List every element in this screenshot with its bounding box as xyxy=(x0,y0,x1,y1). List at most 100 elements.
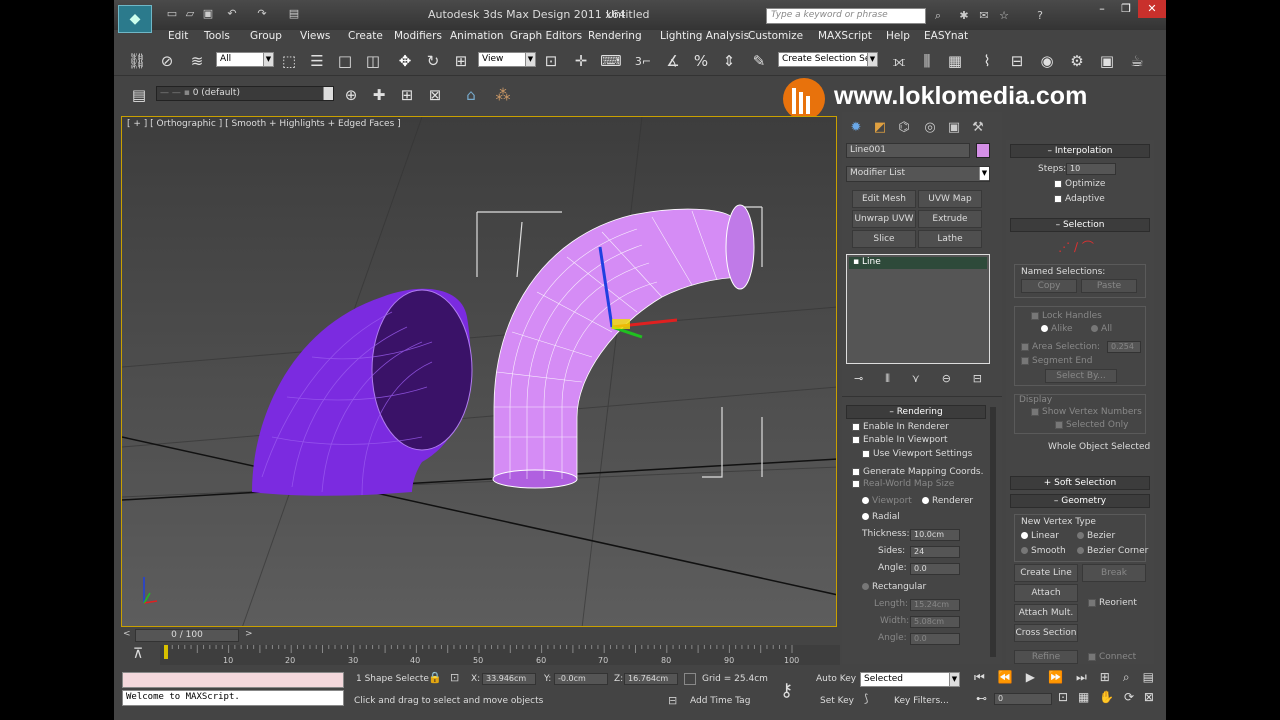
time-config-icon[interactable]: ⊡ xyxy=(1058,690,1068,706)
percent-snap-icon[interactable]: % xyxy=(690,50,712,72)
bezier-radio[interactable]: Bezier xyxy=(1077,531,1115,541)
paste-button[interactable]: Paste xyxy=(1081,279,1137,293)
perspective-viewport[interactable]: [ + ] [ Orthographic ] [ Smooth + Highli… xyxy=(121,116,837,627)
geometry-header[interactable]: – Geometry xyxy=(1010,494,1150,508)
steps-spinner[interactable]: 10 xyxy=(1066,163,1116,175)
go-to-end-icon[interactable]: ⏭ xyxy=(1076,670,1087,688)
zoom-region-icon[interactable]: ▦ xyxy=(1078,690,1089,706)
lathe-button[interactable]: Lathe xyxy=(918,230,982,248)
edit-mesh-button[interactable]: Edit Mesh xyxy=(852,190,916,208)
angle2-spinner[interactable]: 0.0 xyxy=(910,633,960,645)
attach-button[interactable]: Attach xyxy=(1014,584,1078,602)
time-slider-thumb[interactable]: 0 / 100 xyxy=(135,629,239,642)
create-tab-icon[interactable]: ✹ xyxy=(846,118,866,136)
time-next-icon[interactable]: > xyxy=(245,629,253,639)
ref-coord-dropdown[interactable]: View ▼ xyxy=(478,52,536,67)
modify-tab-icon[interactable]: ◩ xyxy=(870,118,890,136)
real-world-map-checkbox[interactable]: Real-World Map Size xyxy=(852,479,954,489)
rollout-scrollbar[interactable] xyxy=(990,407,996,657)
enable-in-renderer-checkbox[interactable]: Enable In Renderer xyxy=(852,422,949,432)
smooth-radio[interactable]: Smooth xyxy=(1021,546,1066,556)
attach-mult-button[interactable]: Attach Mult. xyxy=(1014,604,1078,622)
render-icon[interactable]: ☕ xyxy=(1126,50,1148,72)
hierarchy-tab-icon[interactable]: ⌬ xyxy=(894,118,914,136)
cross-section-button[interactable]: Cross Section xyxy=(1014,624,1078,642)
rectangular-radio[interactable]: Rectangular xyxy=(862,582,926,592)
pivot-center-icon[interactable]: ⊡ xyxy=(540,50,562,72)
schematic-view-icon[interactable]: ⊟ xyxy=(1006,50,1028,72)
enable-in-viewport-checkbox[interactable]: Enable In Viewport xyxy=(852,435,948,445)
object-color-swatch[interactable] xyxy=(976,143,990,158)
slice-button[interactable]: Slice xyxy=(852,230,916,248)
select-and-scale-icon[interactable]: ⊞ xyxy=(450,50,472,72)
set-current-layer-icon[interactable]: ⊠ xyxy=(424,84,446,106)
minimize-button[interactable]: – xyxy=(1090,0,1114,18)
zoom-icon[interactable]: ⌕ xyxy=(1123,670,1130,688)
add-to-layer-icon[interactable]: ✚ xyxy=(368,84,390,106)
create-line-button[interactable]: Create Line xyxy=(1014,564,1078,582)
layer-dropdown[interactable]: — — ▪ 0 (default) ▼ xyxy=(156,86,334,101)
renderer-radio[interactable]: Renderer xyxy=(922,496,973,506)
show-vertex-numbers-checkbox[interactable]: Show Vertex Numbers xyxy=(1031,407,1142,417)
redo-icon[interactable]: ↷ xyxy=(254,7,270,21)
optimize-checkbox[interactable]: Optimize xyxy=(1054,179,1105,189)
viewport-radio[interactable]: Viewport xyxy=(862,496,912,506)
select-by-button[interactable]: Select By... xyxy=(1045,369,1117,383)
width-spinner[interactable]: 5.08cm xyxy=(910,616,960,628)
break-button[interactable]: Break xyxy=(1082,564,1146,582)
uvw-map-button[interactable]: UVW Map xyxy=(918,190,982,208)
linear-radio[interactable]: Linear xyxy=(1021,531,1059,541)
select-object-icon[interactable]: ⬚ xyxy=(278,50,300,72)
motion-tab-icon[interactable]: ◎ xyxy=(920,118,940,136)
favorites-icon[interactable]: ☆ xyxy=(996,8,1012,24)
search-input[interactable]: Type a keyword or phrase xyxy=(766,8,926,24)
subobject-level-icons[interactable]: ⋰ ∕ ⌒ xyxy=(1046,238,1106,254)
render-setup-icon[interactable]: ⚙ xyxy=(1066,50,1088,72)
area-selection-checkbox[interactable]: Area Selection: xyxy=(1021,342,1100,352)
track-bar[interactable]: 10 20 30 40 50 60 70 80 90 100 xyxy=(160,645,840,665)
orbit-icon[interactable]: ⟳ xyxy=(1124,690,1134,706)
menu-graph-editors[interactable]: Graph Editors xyxy=(510,30,582,42)
bind-space-warp-icon[interactable]: ≋ xyxy=(186,50,208,72)
project-folder-icon[interactable]: ▤ xyxy=(286,7,302,21)
graphite-tools-icon[interactable]: ⌂ xyxy=(460,84,482,106)
new-icon[interactable]: ▭ xyxy=(164,7,180,21)
set-key-button[interactable]: Set Key xyxy=(820,696,854,706)
add-time-tag-button[interactable]: Add Time Tag xyxy=(690,696,750,706)
purple-elbow-pipe[interactable] xyxy=(252,288,473,496)
material-editor-icon[interactable]: ◉ xyxy=(1036,50,1058,72)
zoom-extents-all-icon[interactable]: ⊞ xyxy=(1100,670,1110,688)
create-layer-icon[interactable]: ⊕ xyxy=(340,84,362,106)
rect-selection-icon[interactable]: □ xyxy=(334,50,356,72)
adaptive-checkbox[interactable]: Adaptive xyxy=(1054,194,1105,204)
named-selection-dropdown[interactable]: Create Selection Se ▼ xyxy=(778,52,878,67)
curve-editor-icon[interactable]: ⌇ xyxy=(976,50,998,72)
selected-only-checkbox[interactable]: Selected Only xyxy=(1055,420,1129,430)
pin-stack-icon[interactable]: ⊸ xyxy=(854,372,863,386)
alike-radio[interactable]: Alike xyxy=(1041,324,1073,334)
menu-modifiers[interactable]: Modifiers xyxy=(394,30,442,42)
select-and-link-icon[interactable]: ⛓ xyxy=(126,50,148,72)
x-coordinate-field[interactable]: 33.946cm xyxy=(482,673,536,685)
next-frame-icon[interactable]: ⏩ xyxy=(1048,670,1063,688)
maxscript-listener-output[interactable] xyxy=(122,672,344,688)
extrude-button[interactable]: Extrude xyxy=(918,210,982,228)
thickness-spinner[interactable]: 10.0cm xyxy=(910,529,960,541)
select-by-name-icon[interactable]: ☰ xyxy=(306,50,328,72)
rendering-header[interactable]: – Rendering xyxy=(846,405,986,419)
y-coordinate-field[interactable]: -0.0cm xyxy=(554,673,608,685)
open-icon[interactable]: ▱ xyxy=(182,7,198,21)
select-and-rotate-icon[interactable]: ↻ xyxy=(422,50,444,72)
time-slider[interactable]: < 0 / 100 > xyxy=(121,628,837,644)
current-frame-field[interactable]: 0 xyxy=(994,693,1052,705)
soft-selection-header[interactable]: + Soft Selection xyxy=(1010,476,1150,490)
use-viewport-settings-checkbox[interactable]: Use Viewport Settings xyxy=(862,449,972,459)
selected-line-pipe[interactable] xyxy=(492,204,755,489)
select-in-layer-icon[interactable]: ⊞ xyxy=(396,84,418,106)
gen-mapping-checkbox[interactable]: Generate Mapping Coords. xyxy=(852,467,983,477)
menu-group[interactable]: Group xyxy=(250,30,282,42)
manipulate-icon[interactable]: ✛ xyxy=(570,50,592,72)
connect-checkbox[interactable]: Connect xyxy=(1088,652,1136,662)
help-icon[interactable]: ? xyxy=(1032,8,1048,24)
keyboard-shortcut-icon[interactable]: ⌨ xyxy=(600,50,622,72)
